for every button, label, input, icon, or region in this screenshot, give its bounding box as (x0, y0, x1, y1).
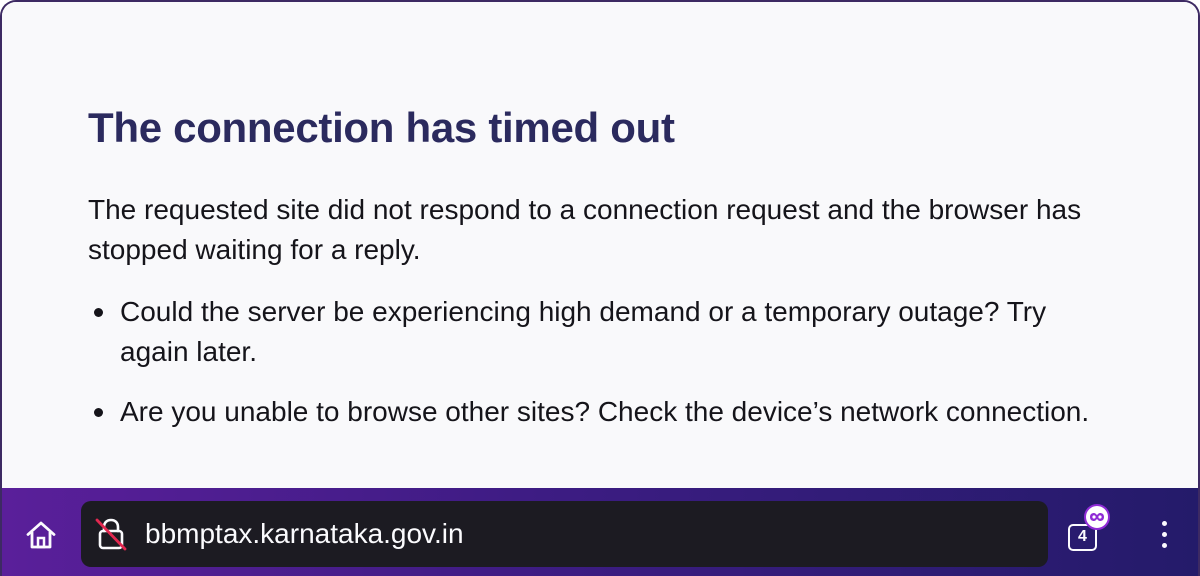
suggestion-text: Are you unable to browse other sites? Ch… (120, 396, 1090, 427)
suggestion-item: Are you unable to browse other sites? Ch… (88, 392, 1108, 432)
vertical-dots-icon (1161, 542, 1167, 548)
vertical-dots-icon (1161, 520, 1167, 526)
bullet-point (94, 408, 103, 417)
home-button[interactable] (18, 512, 64, 558)
broken-lock-icon[interactable] (93, 516, 129, 552)
private-mask-icon (1084, 504, 1110, 530)
menu-button[interactable] (1142, 510, 1186, 558)
tabs-button[interactable]: 4 (1066, 504, 1118, 560)
home-icon (26, 521, 56, 549)
suggestion-item: Could the server be experiencing high de… (88, 292, 1108, 372)
bullet-point (94, 308, 103, 317)
bottom-toolbar: bbmptax.karnataka.gov.in 4 (2, 488, 1198, 576)
suggestion-list: Could the server be experiencing high de… (88, 292, 1108, 452)
error-page: The connection has timed out The request… (2, 2, 1198, 488)
url-text[interactable]: bbmptax.karnataka.gov.in (145, 515, 464, 553)
error-description: The requested site did not respond to a … (88, 194, 1082, 265)
error-title: The connection has timed out (88, 104, 675, 151)
vertical-dots-icon (1161, 531, 1167, 537)
browser-window: The connection has timed out The request… (0, 0, 1200, 576)
suggestion-text: Could the server be experiencing high de… (120, 296, 1047, 367)
url-bar[interactable]: bbmptax.karnataka.gov.in (81, 501, 1048, 567)
